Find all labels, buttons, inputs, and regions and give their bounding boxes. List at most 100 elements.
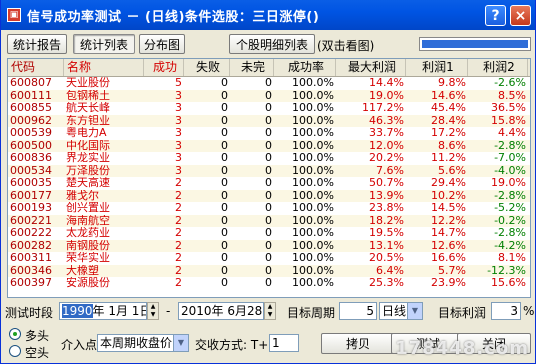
header-success-rate[interactable]: 成功率 — [274, 59, 336, 76]
stats-report-button[interactable]: 统计报告 — [7, 34, 67, 54]
header-profit2[interactable]: 利润2 — [468, 59, 528, 76]
table-row[interactable]: 000534 万泽股份 3 0 0 100.0% 7.6% 5.6% -4.0% — [8, 164, 530, 177]
long-radio[interactable] — [9, 328, 21, 340]
header-name[interactable]: 名称 — [64, 59, 144, 76]
stats-list-button[interactable]: 统计列表 — [73, 34, 135, 54]
target-profit-input[interactable]: 3 — [491, 302, 521, 320]
test-period-label: 测试时段 — [5, 306, 54, 320]
cell-success: 2 — [175, 177, 182, 189]
app-icon: ▣ — [7, 8, 21, 22]
table-body: 600807 天业股份 5 0 0 100.0% 14.4% 9.8% -2.6% 600111 包… — [8, 77, 530, 290]
short-radio[interactable] — [9, 345, 21, 357]
short-label: 空头 — [25, 346, 50, 360]
table-row[interactable]: 600035 楚天高速 2 0 0 100.0% 50.7% 29.4% 19.0% — [8, 177, 530, 190]
table-row[interactable]: 600836 界龙实业 3 0 0 100.0% 20.2% 11.2% -7.0% — [8, 152, 530, 165]
header-pending[interactable]: 未完 — [230, 59, 274, 76]
percent-unit: % — [523, 304, 535, 318]
table-row[interactable]: 600855 航天长峰 3 0 0 100.0% 117.2% 45.4% 36.5% — [8, 102, 530, 115]
cell-success: 2 — [175, 277, 182, 289]
cell-pending: 0 — [265, 177, 272, 189]
table-row[interactable]: 600111 包钢稀土 3 0 0 100.0% 19.0% 14.6% 8.5% — [8, 89, 530, 102]
cell-success-rate: 100.0% — [292, 214, 334, 227]
cell-fail: 0 — [221, 164, 228, 177]
start-date-spinner[interactable]: ▲ ▼ — [147, 302, 159, 320]
cell-success-rate: 100.0% — [292, 239, 334, 252]
cell-pending: 0 — [265, 239, 272, 252]
cell-fail: 0 — [221, 227, 228, 239]
cell-profit1: 5.6% — [438, 164, 466, 177]
header-success[interactable]: 成功 — [144, 59, 184, 76]
cell-success: 2 — [175, 264, 182, 277]
cell-pending: 0 — [265, 264, 272, 277]
results-table[interactable]: 代码 名称 成功 失败 未完 成功率 最大利润 利润1 利润2 600807 天业股份 5 0 0 100… — [7, 58, 531, 298]
cell-profit2: -0.2% — [494, 214, 526, 227]
cell-max-profit: 46.3% — [369, 114, 404, 127]
table-row[interactable]: 600177 雅戈尔 2 0 0 100.0% 13.9% 10.2% -2.8% — [8, 189, 530, 202]
cell-profit2: 4.4% — [498, 127, 526, 139]
table-row[interactable]: 000962 东方钽业 3 0 0 100.0% 46.3% 28.4% 15.8% — [8, 114, 530, 127]
help-button[interactable]: ? — [485, 5, 506, 26]
stock-detail-button[interactable]: 个股明细列表 — [229, 34, 315, 54]
cell-max-profit: 18.2% — [369, 214, 404, 227]
cell-pending: 0 — [265, 77, 272, 89]
table-row[interactable]: 600500 中化国际 3 0 0 100.0% 12.0% 8.6% -2.8% — [8, 139, 530, 152]
copy-button[interactable]: 拷贝 — [321, 333, 395, 354]
cell-profit2: -7.0% — [494, 152, 526, 164]
progress-fill — [422, 40, 528, 48]
entry-point-select[interactable]: 本周期收盘价 ▼ — [97, 334, 189, 352]
cell-max-profit: 20.5% — [369, 252, 404, 264]
target-period-label: 目标周期 — [287, 306, 336, 320]
cell-fail: 0 — [221, 127, 228, 139]
cell-fail: 0 — [221, 277, 228, 289]
cell-name: 包钢稀土 — [66, 89, 110, 102]
cell-name: 南钢股份 — [66, 239, 110, 252]
target-period-input[interactable]: 5 — [339, 302, 377, 320]
cell-pending: 0 — [265, 214, 272, 227]
table-row[interactable]: 600282 南钢股份 2 0 0 100.0% 13.1% 12.6% -4.2% — [8, 239, 530, 252]
trade-mode-input[interactable]: 1 — [269, 334, 299, 352]
cell-max-profit: 19.0% — [369, 89, 404, 102]
table-row[interactable]: 600311 荣华实业 2 0 0 100.0% 20.5% 16.6% 8.1% — [8, 252, 530, 265]
cell-success: 2 — [175, 252, 182, 264]
cell-profit1: 12.2% — [431, 214, 466, 227]
cell-profit2: 8.1% — [498, 252, 526, 264]
table-row[interactable]: 600397 安源股份 2 0 0 100.0% 25.3% 23.9% 15.6% — [8, 277, 530, 290]
end-date-spinner[interactable]: ▲ ▼ — [264, 302, 276, 320]
cell-pending: 0 — [265, 277, 272, 289]
table-row[interactable]: 600222 太龙药业 2 0 0 100.0% 19.5% 14.7% -2.8% — [8, 227, 530, 240]
header-code[interactable]: 代码 — [8, 59, 64, 76]
date-separator: - — [166, 304, 171, 318]
cell-profit1: 11.2% — [431, 152, 466, 164]
cell-profit2: -2.8% — [494, 227, 526, 239]
start-date-field[interactable]: 1990年 1月 1日 — [59, 302, 147, 320]
end-date-field[interactable]: 2010年 6月28日 — [178, 302, 264, 320]
table-row[interactable]: 600346 大橡塑 2 0 0 100.0% 6.4% 5.7% -12.3% — [8, 264, 530, 277]
cell-pending: 0 — [265, 252, 272, 264]
table-row[interactable]: 600807 天业股份 5 0 0 100.0% 14.4% 9.8% -2.6% — [8, 77, 530, 90]
cell-max-profit: 13.9% — [369, 189, 404, 202]
cell-profit1: 5.7% — [438, 264, 466, 277]
close-window-button[interactable]: × — [510, 5, 531, 26]
header-profit1[interactable]: 利润1 — [406, 59, 468, 76]
header-fail[interactable]: 失败 — [184, 59, 230, 76]
cell-name: 万泽股份 — [66, 164, 110, 177]
cell-max-profit: 7.6% — [376, 164, 404, 177]
long-label: 多头 — [25, 329, 50, 343]
cell-success: 2 — [175, 227, 182, 239]
cell-success-rate: 100.0% — [292, 114, 334, 127]
table-row[interactable]: 600193 创兴置业 2 0 0 100.0% 23.8% 14.5% -5.2% — [8, 202, 530, 215]
distribution-chart-button[interactable]: 分布图 — [139, 34, 185, 54]
cell-fail: 0 — [221, 114, 228, 127]
cell-code: 600193 — [10, 202, 52, 214]
cell-max-profit: 117.2% — [362, 102, 404, 114]
cell-max-profit: 33.7% — [369, 127, 404, 139]
header-max-profit[interactable]: 最大利润 — [336, 59, 406, 76]
table-header: 代码 名称 成功 失败 未完 成功率 最大利润 利润1 利润2 — [8, 59, 530, 77]
table-row[interactable]: 600221 海南航空 2 0 0 100.0% 18.2% 12.2% -0.2% — [8, 214, 530, 227]
cell-fail: 0 — [221, 264, 228, 277]
cell-profit1: 29.4% — [431, 177, 466, 189]
period-type-select[interactable]: 日线 ▼ — [379, 302, 423, 320]
cell-code: 600282 — [10, 239, 52, 252]
cell-name: 界龙实业 — [66, 152, 110, 164]
table-row[interactable]: 000539 粤电力A 3 0 0 100.0% 33.7% 17.2% 4.4% — [8, 127, 530, 140]
